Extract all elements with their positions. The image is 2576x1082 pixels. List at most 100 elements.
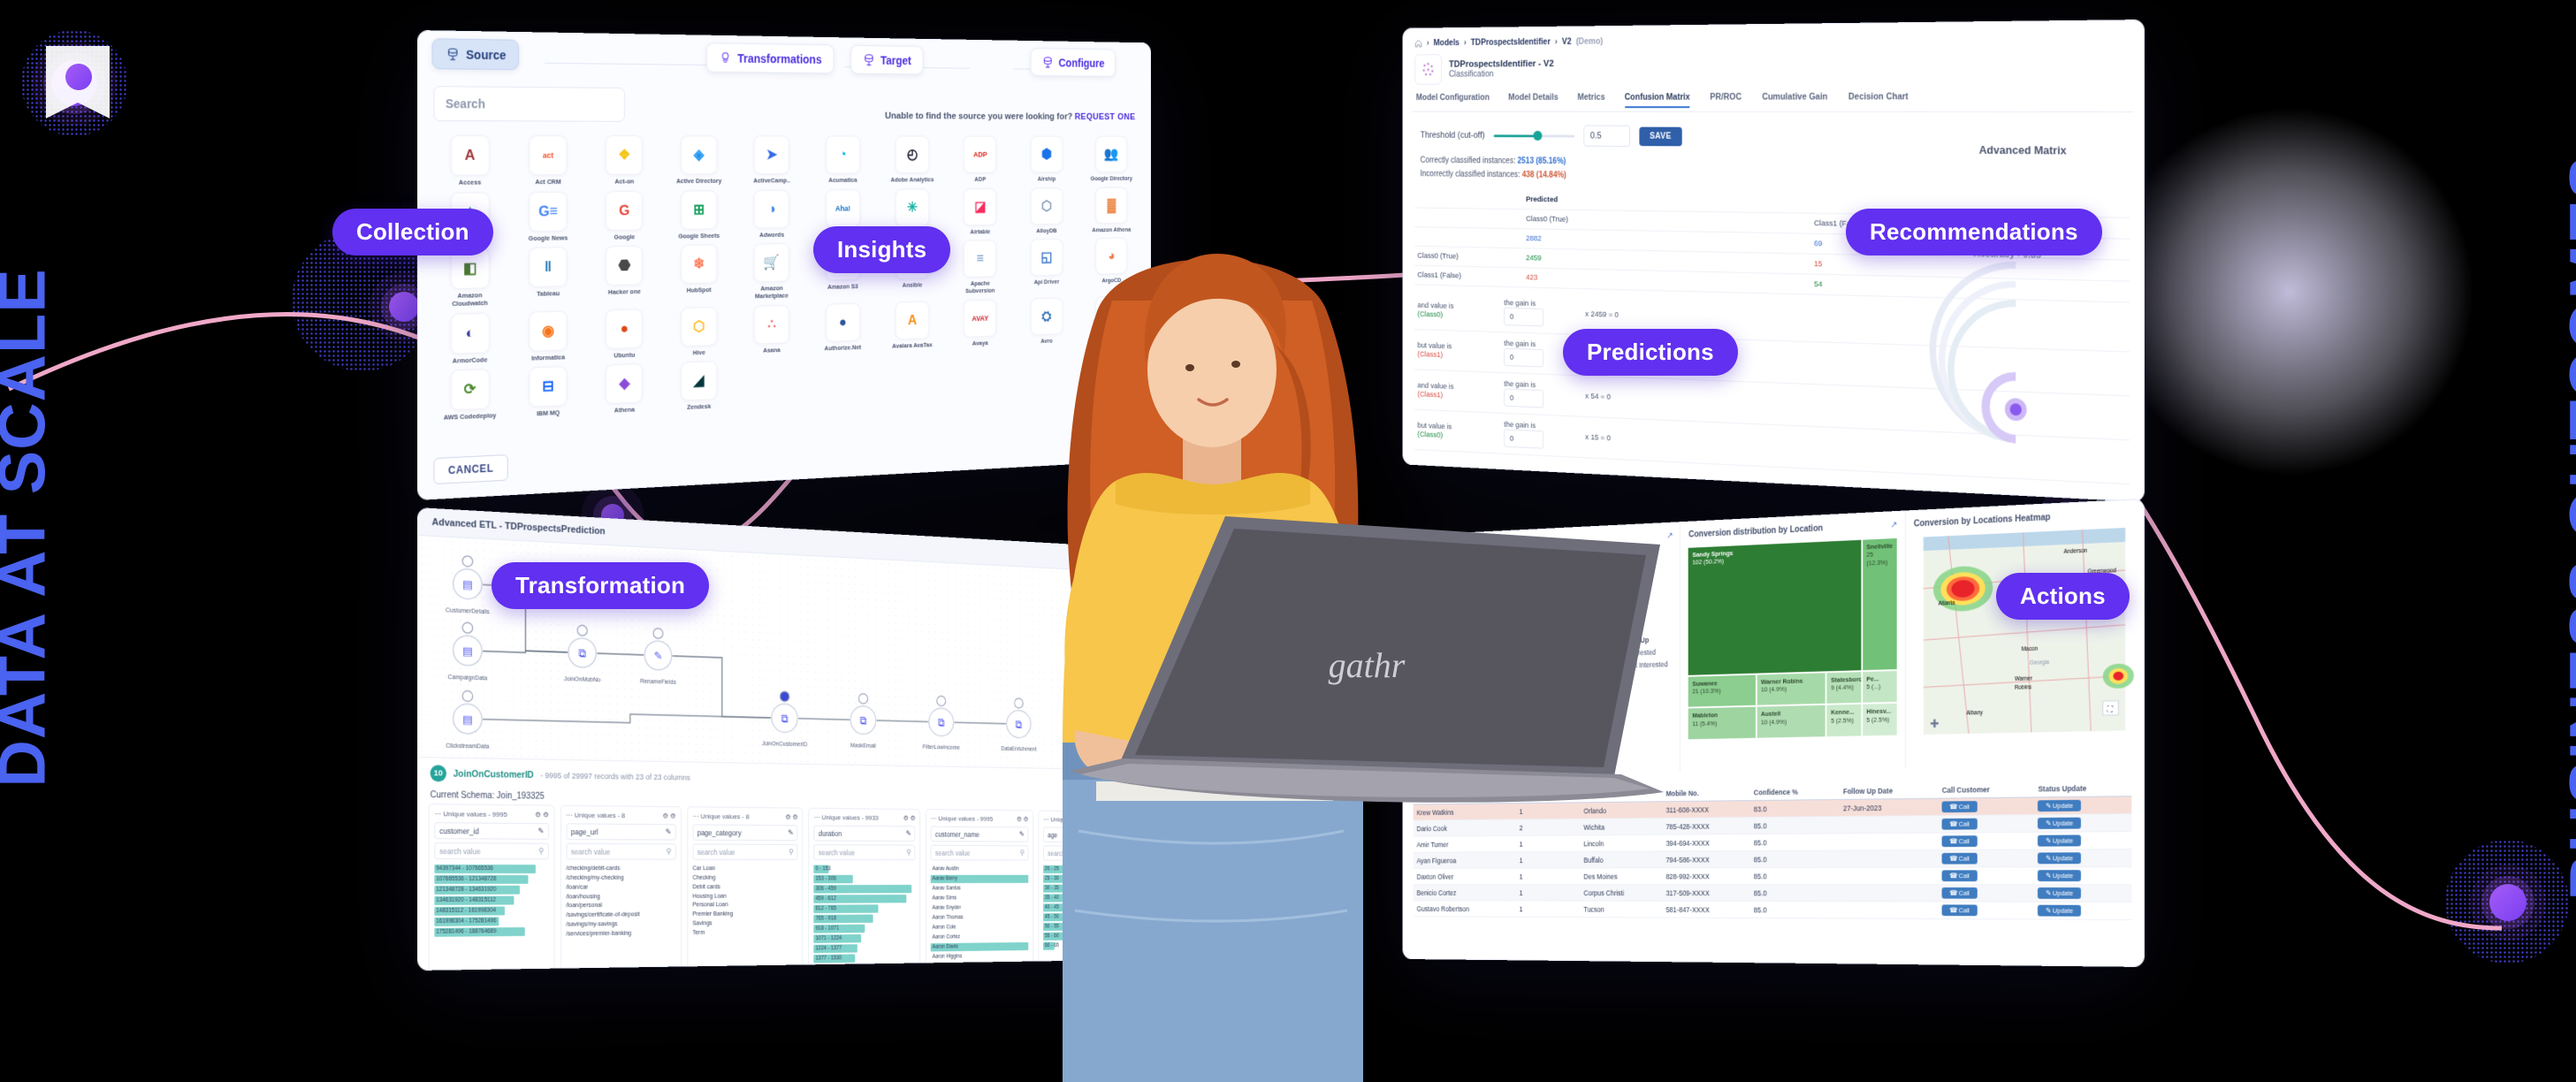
model-tab[interactable]: PR/ROC xyxy=(1710,92,1741,108)
connector-tile[interactable]: A Avalara AvaTax xyxy=(880,301,945,350)
pill-actions[interactable]: Actions xyxy=(1996,573,2130,620)
gain-input[interactable]: 0 xyxy=(1504,348,1543,368)
threshold-slider[interactable] xyxy=(1493,134,1574,137)
model-tab[interactable]: Confusion Matrix xyxy=(1625,92,1690,108)
connector-tile[interactable]: ⬣ Hacker one xyxy=(588,246,660,305)
update-button[interactable]: ✎ Update xyxy=(2038,818,2081,829)
call-button[interactable]: ☎ Call xyxy=(1942,904,1978,916)
pill-recommendations[interactable]: Recommendations xyxy=(1846,209,2102,255)
tab-configure[interactable]: Configure xyxy=(1031,48,1116,77)
update-button[interactable]: ✎ Update xyxy=(2038,834,2081,846)
connector-tile[interactable]: ● Authorize.Net xyxy=(809,302,876,353)
connector-tile[interactable]: ◐ ArmorCode xyxy=(432,312,508,366)
etl-node[interactable]: ▤ ClickstreamData xyxy=(446,690,489,751)
etl-node[interactable]: ⧉ FilterLowIncome xyxy=(923,696,960,751)
tab-transformations[interactable]: Transformations xyxy=(706,42,834,73)
connector-tile[interactable]: ➤ ActiveCamp.. xyxy=(737,135,806,185)
breadcrumb-version[interactable]: V2 xyxy=(1562,37,1572,47)
profile-field-name[interactable]: page_url ✎ xyxy=(566,823,675,840)
treemap-cell[interactable]: Suwanee 21 (10.3%) xyxy=(1688,674,1756,707)
connector-tile[interactable]: ◧ Amazon Cloudwatch xyxy=(432,248,508,309)
call-button[interactable]: ☎ Call xyxy=(1942,888,1978,899)
connector-tile[interactable]: 🛒 Amazon Marketplace xyxy=(737,243,806,301)
profile-search-input[interactable]: search value⚲ xyxy=(814,844,916,860)
profile-search-input[interactable]: search value⚲ xyxy=(692,843,797,859)
etl-node[interactable]: ⧉ MaskEmail xyxy=(850,693,876,749)
table-row[interactable]: Gustavo Robertson 1 Tucson 581-847-XXXX 85.0… xyxy=(1414,901,2132,920)
connector-tile[interactable]: ◈ Active Directory xyxy=(664,135,735,185)
connector-tile[interactable]: ⟳ AWS Codedeploy xyxy=(432,369,508,423)
model-tab[interactable]: Decision Chart xyxy=(1848,92,1909,108)
table-row[interactable]: Daxton Oliver 1 Des Moines 828-992-XXXX 85.0… xyxy=(1414,867,2132,885)
connector-tile[interactable]: ❖ Act-on xyxy=(588,135,660,186)
profile-field-name[interactable]: customer_id ✎ xyxy=(434,822,548,840)
update-button[interactable]: ✎ Update xyxy=(2038,852,2081,864)
connector-tile[interactable]: ◔ Acumatica xyxy=(809,136,876,185)
update-button[interactable]: ✎ Update xyxy=(2038,870,2081,881)
connector-tile[interactable]: ◑ Adwords xyxy=(737,189,806,239)
connector-tile[interactable]: G≡ Google News xyxy=(511,191,585,242)
tab-target[interactable]: Target xyxy=(850,45,923,75)
call-button[interactable]: ☎ Call xyxy=(1942,870,1978,881)
expand-icon[interactable]: ↗ xyxy=(1891,521,1898,530)
connector-tile[interactable]: ◴ Adobe Analytics xyxy=(880,136,945,184)
table-row[interactable]: Ayan Figueroa 1 Buffalo 794-586-XXXX 85.0 ☎ C… xyxy=(1414,850,2132,869)
connector-tile[interactable]: ∴ Asana xyxy=(737,304,806,355)
call-button[interactable]: ☎ Call xyxy=(1942,853,1978,865)
treemap-cell[interactable]: Hinesv... 5 (2.5%) xyxy=(1863,704,1897,735)
connector-tile[interactable]: ◢ Zendesk xyxy=(664,361,735,413)
etl-node[interactable]: ✎ RenameFields xyxy=(640,628,676,686)
treemap-cell[interactable]: Snellville 25 (12.3%) xyxy=(1863,538,1897,670)
etl-node[interactable]: ⧉ JoinOnCustomerID xyxy=(762,690,807,747)
gain-input[interactable]: 0 xyxy=(1504,429,1543,448)
pill-transformation[interactable]: Transformation xyxy=(492,562,709,609)
cancel-button[interactable]: CANCEL xyxy=(433,454,507,484)
pill-collection[interactable]: Collection xyxy=(332,209,493,255)
threshold-input[interactable]: 0.5 xyxy=(1583,126,1630,147)
profile-search-input[interactable]: search value⚲ xyxy=(566,843,675,860)
request-one-link[interactable]: REQUEST ONE xyxy=(1075,112,1136,122)
connector-tile[interactable]: ⊞ Google Sheets xyxy=(664,190,735,240)
search-input[interactable]: Search xyxy=(433,86,624,122)
treemap-cell[interactable]: Warner Robins 10 (4.9%) xyxy=(1757,673,1825,705)
pill-predictions[interactable]: Predictions xyxy=(1563,329,1738,376)
treemap-cell[interactable]: Sandy Springs 102 (50.2%) xyxy=(1688,540,1861,675)
connector-tile[interactable]: ● Ubuntu xyxy=(588,308,660,360)
connector-tile[interactable]: ◆ Athena xyxy=(588,362,660,415)
treemap-cell[interactable]: Austell 10 (4.9%) xyxy=(1757,705,1825,738)
home-icon[interactable] xyxy=(1414,39,1422,48)
update-button[interactable]: ✎ Update xyxy=(2038,905,2081,917)
profile-field-name[interactable]: page_category ✎ xyxy=(692,824,797,841)
heatmap-map[interactable]: AtlantaAthens GreenwoodAnderson MaconGeo… xyxy=(1914,527,2135,735)
profile-field-name[interactable]: duration ✎ xyxy=(814,826,916,842)
table-row[interactable]: Benicio Cortez 1 Corpus Christi 317-509-XXX… xyxy=(1414,884,2132,902)
model-tab[interactable]: Model Details xyxy=(1508,93,1558,109)
pill-insights[interactable]: Insights xyxy=(813,226,950,273)
gain-input[interactable]: 0 xyxy=(1504,308,1543,327)
treemap-cell[interactable]: Statesboro 9 (4.4%) xyxy=(1827,672,1861,704)
breadcrumb-model-name[interactable]: TDProspectsIdentifier xyxy=(1471,37,1551,48)
connector-tile[interactable]: ◉ Informatica xyxy=(511,310,585,363)
connector-tile[interactable]: A Access xyxy=(432,135,508,187)
update-button[interactable]: ✎ Update xyxy=(2038,888,2081,899)
connector-tile[interactable]: G Google xyxy=(588,191,660,242)
treemap-cell[interactable]: Pe... 5 (...) xyxy=(1863,671,1897,703)
connector-tile[interactable]: ‖ Tableau xyxy=(511,247,585,307)
connector-tile[interactable]: ⊟ IBM MQ xyxy=(511,365,585,419)
save-button[interactable]: SAVE xyxy=(1639,126,1682,146)
call-button[interactable]: ☎ Call xyxy=(1942,801,1978,812)
call-button[interactable]: ☎ Call xyxy=(1942,819,1978,830)
treemap-cell[interactable]: Mableton 11 (5.4%) xyxy=(1688,707,1756,739)
etl-node[interactable]: ▤ CampaignData xyxy=(448,621,488,682)
model-tab[interactable]: Metrics xyxy=(1578,92,1605,108)
model-tab[interactable]: Cumulative Gain xyxy=(1762,92,1827,108)
treemap-cell[interactable]: Kenne... 5 (2.5%) xyxy=(1827,705,1861,736)
model-tab[interactable]: Model Configuration xyxy=(1416,93,1490,108)
profile-search-input[interactable]: search value⚲ xyxy=(434,842,548,859)
breadcrumb-models[interactable]: Models xyxy=(1434,38,1459,48)
gain-input[interactable]: 0 xyxy=(1504,388,1543,408)
connector-tile[interactable]: ❄ HubSpot xyxy=(664,244,735,302)
call-button[interactable]: ☎ Call xyxy=(1942,835,1978,847)
update-button[interactable]: ✎ Update xyxy=(2038,800,2081,812)
connector-tile[interactable]: ⬡ Hive xyxy=(664,306,735,358)
